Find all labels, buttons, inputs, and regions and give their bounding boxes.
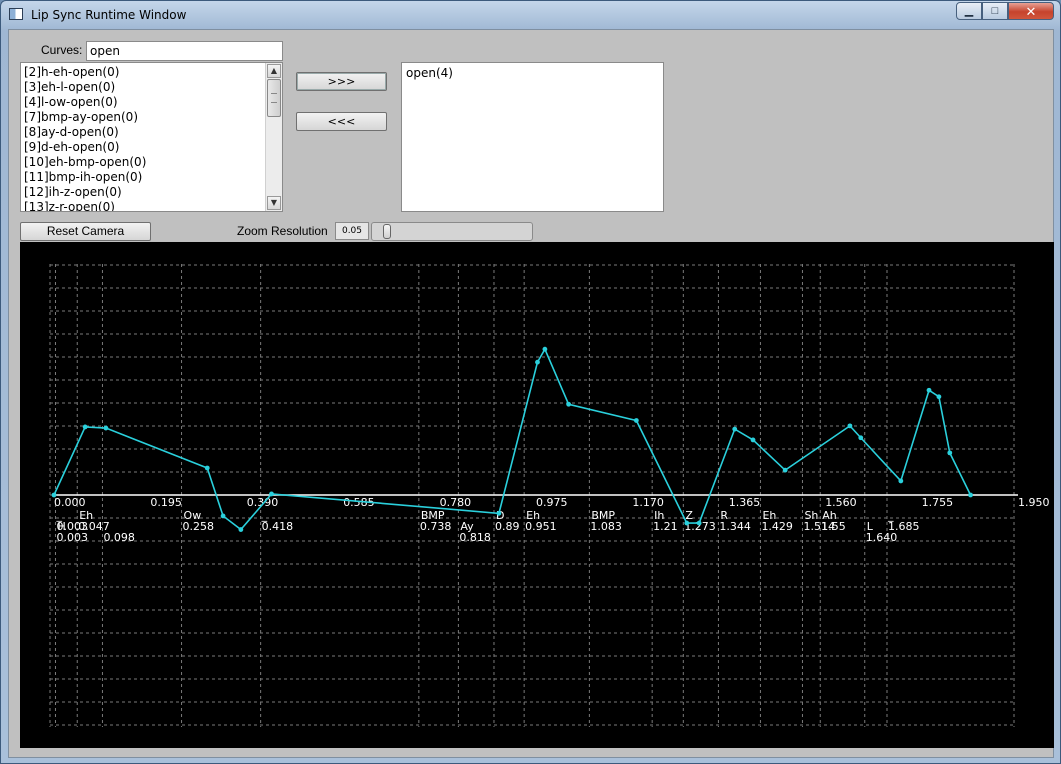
data-point <box>238 527 244 532</box>
data-point <box>566 401 572 407</box>
data-point <box>968 492 973 498</box>
scroll-thumb[interactable] <box>267 79 281 117</box>
phoneme-time-label: 0.258 <box>183 520 215 533</box>
window-icon <box>9 8 23 20</box>
data-point <box>936 394 942 400</box>
curve-list-item[interactable]: [12]ih-z-open(0) <box>24 185 264 200</box>
maximize-button[interactable]: □ <box>982 2 1008 20</box>
phoneme-time-label: 1.429 <box>761 520 793 533</box>
phoneme-time-label: 1.21 <box>653 520 678 533</box>
data-point <box>51 492 57 498</box>
data-point <box>898 478 904 484</box>
phoneme-time-label: 1.344 <box>719 520 751 533</box>
zoom-resolution-slider[interactable] <box>371 222 533 241</box>
data-point <box>269 491 274 497</box>
caption-buttons: ▁ □ ✕ <box>956 2 1054 21</box>
zoom-resolution-label: Zoom Resolution <box>237 224 328 238</box>
phoneme-time-label: 1.083 <box>590 520 622 533</box>
data-point <box>847 423 853 429</box>
curve-list-item[interactable]: [8]ay-d-open(0) <box>24 125 264 140</box>
title-bar[interactable]: Lip Sync Runtime Window ▁ □ ✕ <box>1 1 1060 28</box>
x-tick-label: 1.365 <box>729 496 761 509</box>
zoom-resolution-value: 0.05 <box>335 222 369 240</box>
data-point <box>858 435 864 441</box>
reset-camera-button[interactable]: Reset Camera <box>20 222 151 241</box>
data-point <box>750 437 756 443</box>
phoneme-time-label: 0.003 <box>56 531 88 544</box>
selected-curves-list[interactable]: open(4) <box>401 62 664 212</box>
x-tick-label: 0.000 <box>54 496 86 509</box>
curve-list-item[interactable]: [13]z-r-open(0) <box>24 200 264 211</box>
phoneme-time-label: 0.951 <box>525 520 557 533</box>
x-tick-label: 1.950 <box>1018 496 1050 509</box>
curves-label: Curves: <box>41 43 83 57</box>
curve-list-item[interactable]: [3]eh-l-open(0) <box>24 80 264 95</box>
data-point <box>542 346 548 352</box>
phoneme-time-label: 1.55 <box>821 520 846 533</box>
data-point <box>204 465 210 471</box>
curve-list-item[interactable]: [10]eh-bmp-open(0) <box>24 155 264 170</box>
data-point <box>696 520 702 526</box>
list-scrollbar[interactable]: ▲ ▼ <box>265 63 282 211</box>
available-curves-list[interactable]: [2]h-eh-open(0) [3]eh-l-open(0) [4]l-ow-op… <box>20 62 283 212</box>
scroll-down-icon[interactable]: ▼ <box>267 196 281 210</box>
data-point <box>535 359 540 365</box>
curves-filter-input[interactable]: open <box>86 41 283 61</box>
window-title: Lip Sync Runtime Window <box>31 8 187 22</box>
phoneme-time-label: 0.098 <box>103 531 134 544</box>
minimize-button[interactable]: ▁ <box>956 2 982 20</box>
phoneme-time-label: 1.685 <box>888 520 920 533</box>
x-tick-label: 0.780 <box>440 496 472 509</box>
data-point <box>633 418 639 423</box>
curve-list-item[interactable]: [9]d-eh-open(0) <box>24 140 264 155</box>
phoneme-time-label: 0.818 <box>459 531 491 544</box>
curve-list-item[interactable]: [7]bmp-ay-open(0) <box>24 110 264 125</box>
zoom-slider-thumb[interactable] <box>383 224 391 239</box>
data-point <box>684 520 690 526</box>
data-point <box>103 425 109 431</box>
selected-curve-item[interactable]: open(4) <box>406 66 453 80</box>
scroll-up-icon[interactable]: ▲ <box>267 64 281 78</box>
curve-list-item[interactable]: [4]l-ow-open(0) <box>24 95 264 110</box>
data-point <box>926 387 932 393</box>
x-tick-label: 1.170 <box>632 496 664 509</box>
data-point <box>947 450 953 456</box>
add-curve-button[interactable]: >>> <box>296 72 387 91</box>
curve-plot-svg: 0.000 0.195 0.390 0.585 0.780 0.975 1.170 1.365… <box>49 264 1050 727</box>
data-point <box>496 510 502 516</box>
x-tick-label: 0.195 <box>150 496 182 509</box>
curve-plot[interactable]: 0.000 0.195 0.390 0.585 0.780 0.975 1.170 1.365… <box>20 242 1054 748</box>
data-point <box>220 513 226 519</box>
curve-list-item[interactable]: [11]bmp-ih-open(0) <box>24 170 264 185</box>
client-area: Curves: open [2]h-eh-open(0) [3]eh-l-open… <box>8 29 1054 758</box>
x-tick-label: 1.560 <box>825 496 857 509</box>
phoneme-time-label: 0.89 <box>495 520 520 533</box>
app-window: Lip Sync Runtime Window ▁ □ ✕ Curves: op… <box>0 0 1061 764</box>
phoneme-time-label: 0.418 <box>262 520 294 533</box>
x-tick-label: 0.390 <box>247 496 278 509</box>
remove-curve-button[interactable]: <<< <box>296 112 387 131</box>
close-button[interactable]: ✕ <box>1008 2 1054 20</box>
data-point <box>782 467 788 473</box>
phoneme-time-label: 0.738 <box>420 520 452 533</box>
available-curves-items: [2]h-eh-open(0) [3]eh-l-open(0) [4]l-ow-op… <box>24 65 264 211</box>
x-tick-label: 1.755 <box>922 496 954 509</box>
x-tick-label: 0.975 <box>536 496 568 509</box>
data-point <box>732 426 738 432</box>
data-point <box>82 424 88 430</box>
curve-list-item[interactable]: [2]h-eh-open(0) <box>24 65 264 80</box>
